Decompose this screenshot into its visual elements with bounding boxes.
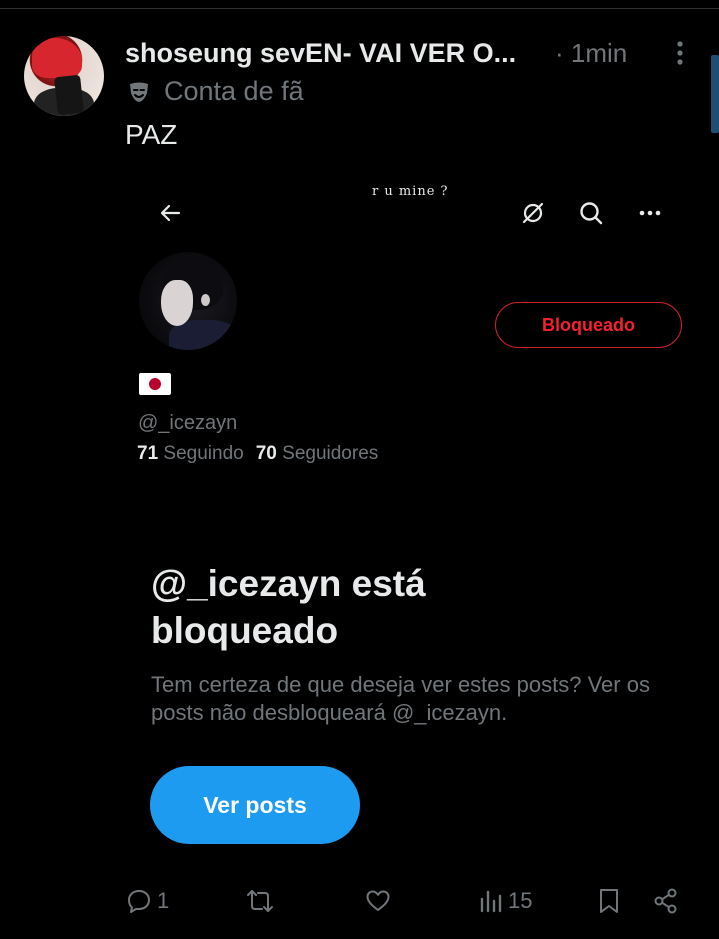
reply-count: 1: [157, 888, 170, 913]
back-arrow-icon[interactable]: [158, 200, 184, 226]
bookmark-button[interactable]: [597, 885, 621, 917]
embed-profile-title: r u mine ?: [372, 184, 449, 199]
share-icon: [654, 888, 677, 914]
view-posts-button[interactable]: Ver posts: [150, 766, 360, 844]
following-link[interactable]: 71 Seguindo: [137, 443, 244, 464]
search-icon[interactable]: [578, 200, 604, 226]
scrollbar[interactable]: [711, 55, 719, 133]
profile-handle: @_icezayn: [138, 412, 238, 434]
more-options-icon[interactable]: [668, 40, 692, 66]
reply-icon: [128, 890, 150, 913]
bookmark-icon: [600, 889, 618, 913]
following-count: 71: [137, 443, 159, 464]
profile-avatar[interactable]: [139, 252, 237, 350]
post-time[interactable]: · 1min: [555, 38, 627, 69]
fan-account-mask-icon: [130, 82, 148, 102]
followers-link[interactable]: 70 Seguidores: [256, 443, 379, 464]
author-avatar[interactable]: [24, 36, 104, 116]
views-button[interactable]: 15: [478, 885, 532, 917]
followers-count: 70: [255, 443, 277, 464]
repost-icon: [247, 890, 273, 912]
blocked-heading: @_icezayn está bloqueado: [151, 563, 426, 651]
heart-icon: [366, 890, 390, 911]
grok-icon[interactable]: [520, 200, 546, 226]
analytics-icon: [480, 890, 502, 913]
more-horizontal-icon[interactable]: [636, 200, 664, 226]
fan-account-label: Conta de fã: [164, 76, 304, 106]
following-label: Seguindo: [163, 443, 244, 464]
blocked-button[interactable]: Bloqueado: [495, 302, 682, 348]
post-text: PAZ: [125, 119, 178, 150]
followers-label: Seguidores: [282, 443, 379, 464]
like-button[interactable]: [364, 885, 392, 917]
views-count: 15: [508, 888, 533, 913]
follow-stats: 71 Seguindo 70 Seguidores: [137, 443, 378, 465]
top-divider: [0, 8, 719, 9]
repost-button[interactable]: [245, 885, 275, 917]
reply-button[interactable]: 1: [125, 885, 169, 917]
blocked-description: Tem certeza de que deseja ver estes post…: [151, 672, 650, 725]
share-button[interactable]: [652, 885, 680, 917]
japan-flag-icon: [139, 373, 171, 395]
author-name[interactable]: shoseung sevEN- VAI VER O...: [125, 38, 516, 69]
